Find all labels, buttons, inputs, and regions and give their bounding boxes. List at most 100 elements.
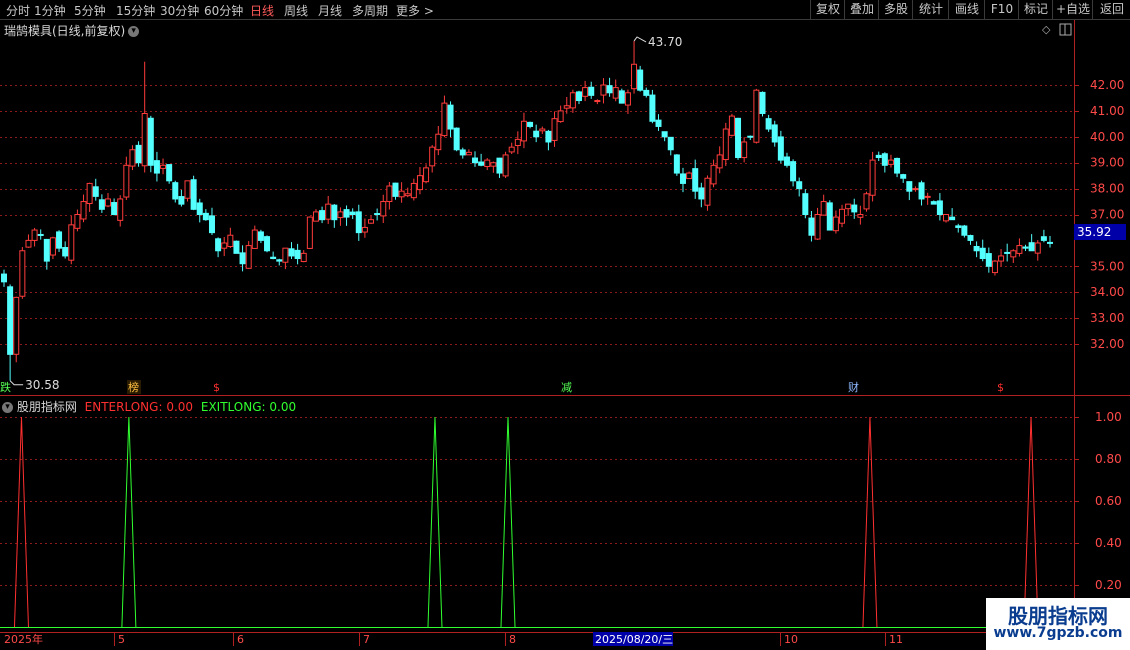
- period-tab-monthly[interactable]: 月线: [318, 2, 342, 19]
- current-price-tag: [1074, 224, 1126, 240]
- period-tab-multi[interactable]: 多周期: [352, 2, 388, 19]
- candle-body: [153, 160, 160, 174]
- candle-body: [845, 203, 852, 210]
- candle-body: [533, 130, 540, 138]
- candle-body: [973, 245, 980, 252]
- chart-title: 瑞鹄模具(日线,前复权) ▾: [4, 22, 140, 39]
- candle-body: [361, 226, 368, 233]
- enterlong-spike: [1023, 416, 1039, 628]
- candle-body: [178, 196, 185, 205]
- candle-body: [25, 239, 32, 248]
- candle-body: [918, 182, 925, 200]
- candle-body: [227, 234, 234, 247]
- period-tab-60min[interactable]: 60分钟: [204, 2, 243, 19]
- candle-body: [527, 121, 534, 127]
- cursor-date-label: 2025/08/20/三: [595, 633, 673, 646]
- candle-body: [851, 204, 858, 213]
- candle-body: [753, 89, 760, 143]
- mark-button[interactable]: 标记: [1018, 0, 1053, 19]
- time-label-7: 7: [363, 633, 370, 646]
- candle-body: [190, 179, 197, 210]
- window-toggle-icon[interactable]: [1059, 23, 1072, 36]
- period-tab-weekly[interactable]: 周线: [284, 2, 308, 19]
- period-tab-more[interactable]: 更多 >: [396, 2, 434, 19]
- time-label-5: 5: [118, 633, 125, 646]
- add-favorite-button[interactable]: +自选: [1052, 0, 1093, 19]
- period-tab-30min[interactable]: 30分钟: [160, 2, 199, 19]
- fuquan-button[interactable]: 复权: [810, 0, 845, 19]
- candle-body: [368, 219, 375, 224]
- candle-body: [62, 247, 69, 257]
- candle-body: [612, 87, 619, 99]
- event-marker-jian[interactable]: 减: [561, 381, 572, 394]
- candle-body: [270, 256, 277, 260]
- candle-body: [1034, 242, 1041, 254]
- back-button[interactable]: 返回: [1092, 0, 1130, 19]
- period-tab-15min[interactable]: 15分钟: [116, 2, 155, 19]
- candle-body: [306, 216, 313, 249]
- candle-body: [129, 149, 136, 167]
- time-label-11: 11: [889, 633, 903, 646]
- event-marker-dividend-2[interactable]: $: [997, 381, 1004, 394]
- diamond-icon[interactable]: ◇: [1042, 23, 1051, 36]
- event-marker-die[interactable]: 跌: [0, 380, 11, 394]
- candle-body: [472, 157, 479, 164]
- candle-body: [484, 159, 491, 168]
- candle-body: [319, 210, 326, 221]
- candle-body: [172, 182, 179, 200]
- statistics-button[interactable]: 统计: [912, 0, 949, 19]
- candle-body: [233, 240, 240, 254]
- candle-body: [686, 172, 693, 180]
- price-axis-label: 40.00: [1090, 130, 1124, 144]
- period-tab-daily[interactable]: 日线: [250, 2, 274, 19]
- candle-body: [655, 119, 662, 127]
- chevron-down-icon[interactable]: ▾: [2, 402, 13, 413]
- candle-body: [43, 238, 50, 262]
- chevron-down-icon[interactable]: ▾: [128, 26, 140, 37]
- candle-body: [202, 212, 209, 221]
- candle-body: [624, 92, 631, 106]
- indicator-title-bar: ▾ 股朋指标网 ENTERLONG: 0.00 EXITLONG: 0.00: [2, 398, 296, 415]
- candle-body: [331, 204, 338, 221]
- candle-body: [949, 216, 956, 221]
- price-axis-label: 42.00: [1090, 78, 1124, 92]
- candle-body: [410, 182, 417, 199]
- exitlong-spike: [121, 416, 137, 628]
- candle-body: [13, 296, 20, 355]
- candle-body: [943, 214, 950, 222]
- candle-body: [490, 162, 497, 167]
- time-label-6: 6: [237, 633, 244, 646]
- event-marker-dividend[interactable]: $: [213, 381, 220, 394]
- multi-stock-button[interactable]: 多股: [878, 0, 913, 19]
- candle-body: [312, 211, 319, 222]
- candle-body: [7, 286, 14, 355]
- exitlong-spike: [500, 416, 516, 628]
- draw-line-button[interactable]: 画线: [948, 0, 985, 19]
- candle-body: [264, 236, 271, 252]
- event-marker-bang[interactable]: 榜: [128, 380, 139, 394]
- exitlong-spike: [427, 416, 443, 628]
- period-tab-fenshi[interactable]: 分时: [6, 2, 30, 19]
- event-marker-cai[interactable]: 财: [848, 380, 859, 394]
- kline-chart: ◇ 42.00 41.00 40.00 39.00 38.00 37.00 35.00 34.…: [0, 20, 1130, 646]
- price-axis-label: 39.00: [1090, 156, 1124, 170]
- candle-body: [875, 154, 882, 159]
- candle-body: [575, 91, 582, 102]
- candle-body: [117, 198, 124, 221]
- candle-body: [215, 238, 222, 252]
- period-tab-1min[interactable]: 1分钟: [34, 2, 66, 19]
- candle-body: [147, 117, 154, 166]
- candle-body: [257, 231, 264, 241]
- period-tab-5min[interactable]: 5分钟: [74, 2, 106, 19]
- candle-body: [141, 112, 148, 167]
- candle-body: [478, 161, 485, 166]
- overlay-button[interactable]: 叠加: [844, 0, 879, 19]
- candle-body: [912, 188, 919, 191]
- candle-body: [398, 190, 405, 198]
- candle-body: [796, 181, 803, 190]
- candle-body: [276, 259, 283, 262]
- candle-body: [710, 164, 717, 185]
- candle-body: [245, 245, 252, 269]
- f10-button[interactable]: F10: [984, 0, 1019, 19]
- candle-body: [771, 124, 778, 143]
